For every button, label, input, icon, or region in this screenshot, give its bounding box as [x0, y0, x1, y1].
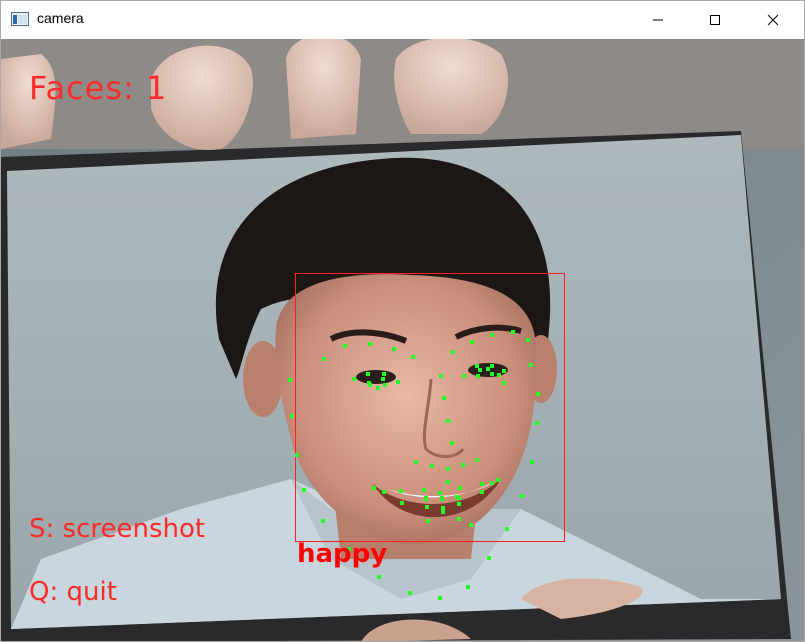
landmark-point	[497, 373, 501, 377]
landmark-point	[442, 396, 446, 400]
landmark-point	[377, 575, 381, 579]
landmark-point	[478, 368, 482, 372]
landmark-point	[295, 453, 299, 457]
landmark-point	[480, 490, 484, 494]
landmark-point	[446, 419, 450, 423]
landmark-point	[446, 480, 450, 484]
close-icon	[767, 14, 779, 26]
landmark-point	[530, 460, 534, 464]
landmark-point	[441, 506, 445, 510]
maximize-icon	[710, 15, 720, 25]
screenshot-hint: S: screenshot	[29, 514, 206, 544]
landmark-point	[382, 490, 386, 494]
landmark-point	[426, 519, 430, 523]
landmark-point	[461, 463, 465, 467]
landmark-point	[322, 357, 326, 361]
landmark-point	[526, 338, 530, 342]
faces-count-label: Faces: 1	[29, 69, 168, 107]
landmark-point	[383, 383, 387, 387]
landmark-point	[475, 364, 479, 368]
landmark-point	[486, 367, 490, 371]
landmark-point	[343, 344, 347, 348]
landmark-point	[457, 517, 461, 521]
landmark-point	[520, 494, 524, 498]
maximize-button[interactable]	[692, 1, 738, 39]
landmark-point	[466, 585, 470, 589]
landmark-point	[372, 486, 376, 490]
landmark-point	[511, 330, 515, 334]
landmark-point	[422, 488, 426, 492]
landmark-point	[487, 556, 491, 560]
landmark-point	[441, 510, 445, 514]
app-window-icon	[11, 12, 29, 26]
landmark-point	[366, 372, 370, 376]
landmark-point	[288, 378, 292, 382]
landmark-point	[535, 421, 539, 425]
minimize-button[interactable]	[635, 1, 681, 39]
landmark-point	[440, 497, 444, 501]
landmark-point	[368, 342, 372, 346]
landmark-point	[396, 380, 400, 384]
landmark-point	[476, 374, 480, 378]
landmark-point	[438, 596, 442, 600]
landmark-point	[439, 374, 443, 378]
landmark-point	[457, 502, 461, 506]
landmark-point	[376, 386, 380, 390]
landmark-point	[502, 369, 506, 373]
landmark-point	[425, 505, 429, 509]
quit-hint: Q: quit	[29, 577, 117, 607]
emotion-label: happy	[297, 539, 388, 569]
minimize-icon	[653, 19, 663, 21]
landmark-point	[411, 355, 415, 359]
landmark-point	[480, 482, 484, 486]
landmark-point	[352, 377, 356, 381]
camera-feed: Faces: 1 happy S: screenshot Q: quit	[1, 39, 804, 641]
landmark-point	[290, 414, 294, 418]
landmark-point	[490, 364, 494, 368]
face-landmarks	[288, 330, 540, 600]
landmark-point	[469, 523, 473, 527]
landmark-point	[424, 497, 428, 501]
landmark-point	[462, 374, 466, 378]
landmark-point	[529, 363, 533, 367]
landmark-point	[490, 372, 494, 376]
landmark-point	[399, 489, 403, 493]
landmark-point	[451, 350, 455, 354]
landmark-point	[536, 392, 540, 396]
title-bar[interactable]: camera	[1, 1, 804, 39]
landmark-point	[457, 496, 461, 500]
landmark-point	[414, 460, 418, 464]
landmark-point	[381, 377, 385, 381]
landmark-point	[302, 488, 306, 492]
landmark-point	[496, 478, 500, 482]
landmark-point	[502, 381, 506, 385]
landmark-point	[438, 491, 442, 495]
landmark-point	[382, 372, 386, 376]
landmark-point	[490, 333, 494, 337]
landmark-point	[430, 464, 434, 468]
camera-window: camera Faces: 1 happy S: screenshot Q: q…	[0, 0, 805, 642]
landmark-point	[408, 591, 412, 595]
window-title: camera	[37, 10, 84, 26]
landmark-point	[446, 467, 450, 471]
landmark-point	[400, 501, 404, 505]
close-button[interactable]	[750, 1, 796, 39]
landmark-point	[475, 458, 479, 462]
landmark-point	[490, 481, 494, 485]
landmark-point	[392, 347, 396, 351]
landmark-point	[458, 486, 462, 490]
landmark-point	[321, 519, 325, 523]
landmark-point	[470, 340, 474, 344]
landmark-point	[505, 527, 509, 531]
landmark-point	[367, 381, 371, 385]
landmark-point	[450, 441, 454, 445]
